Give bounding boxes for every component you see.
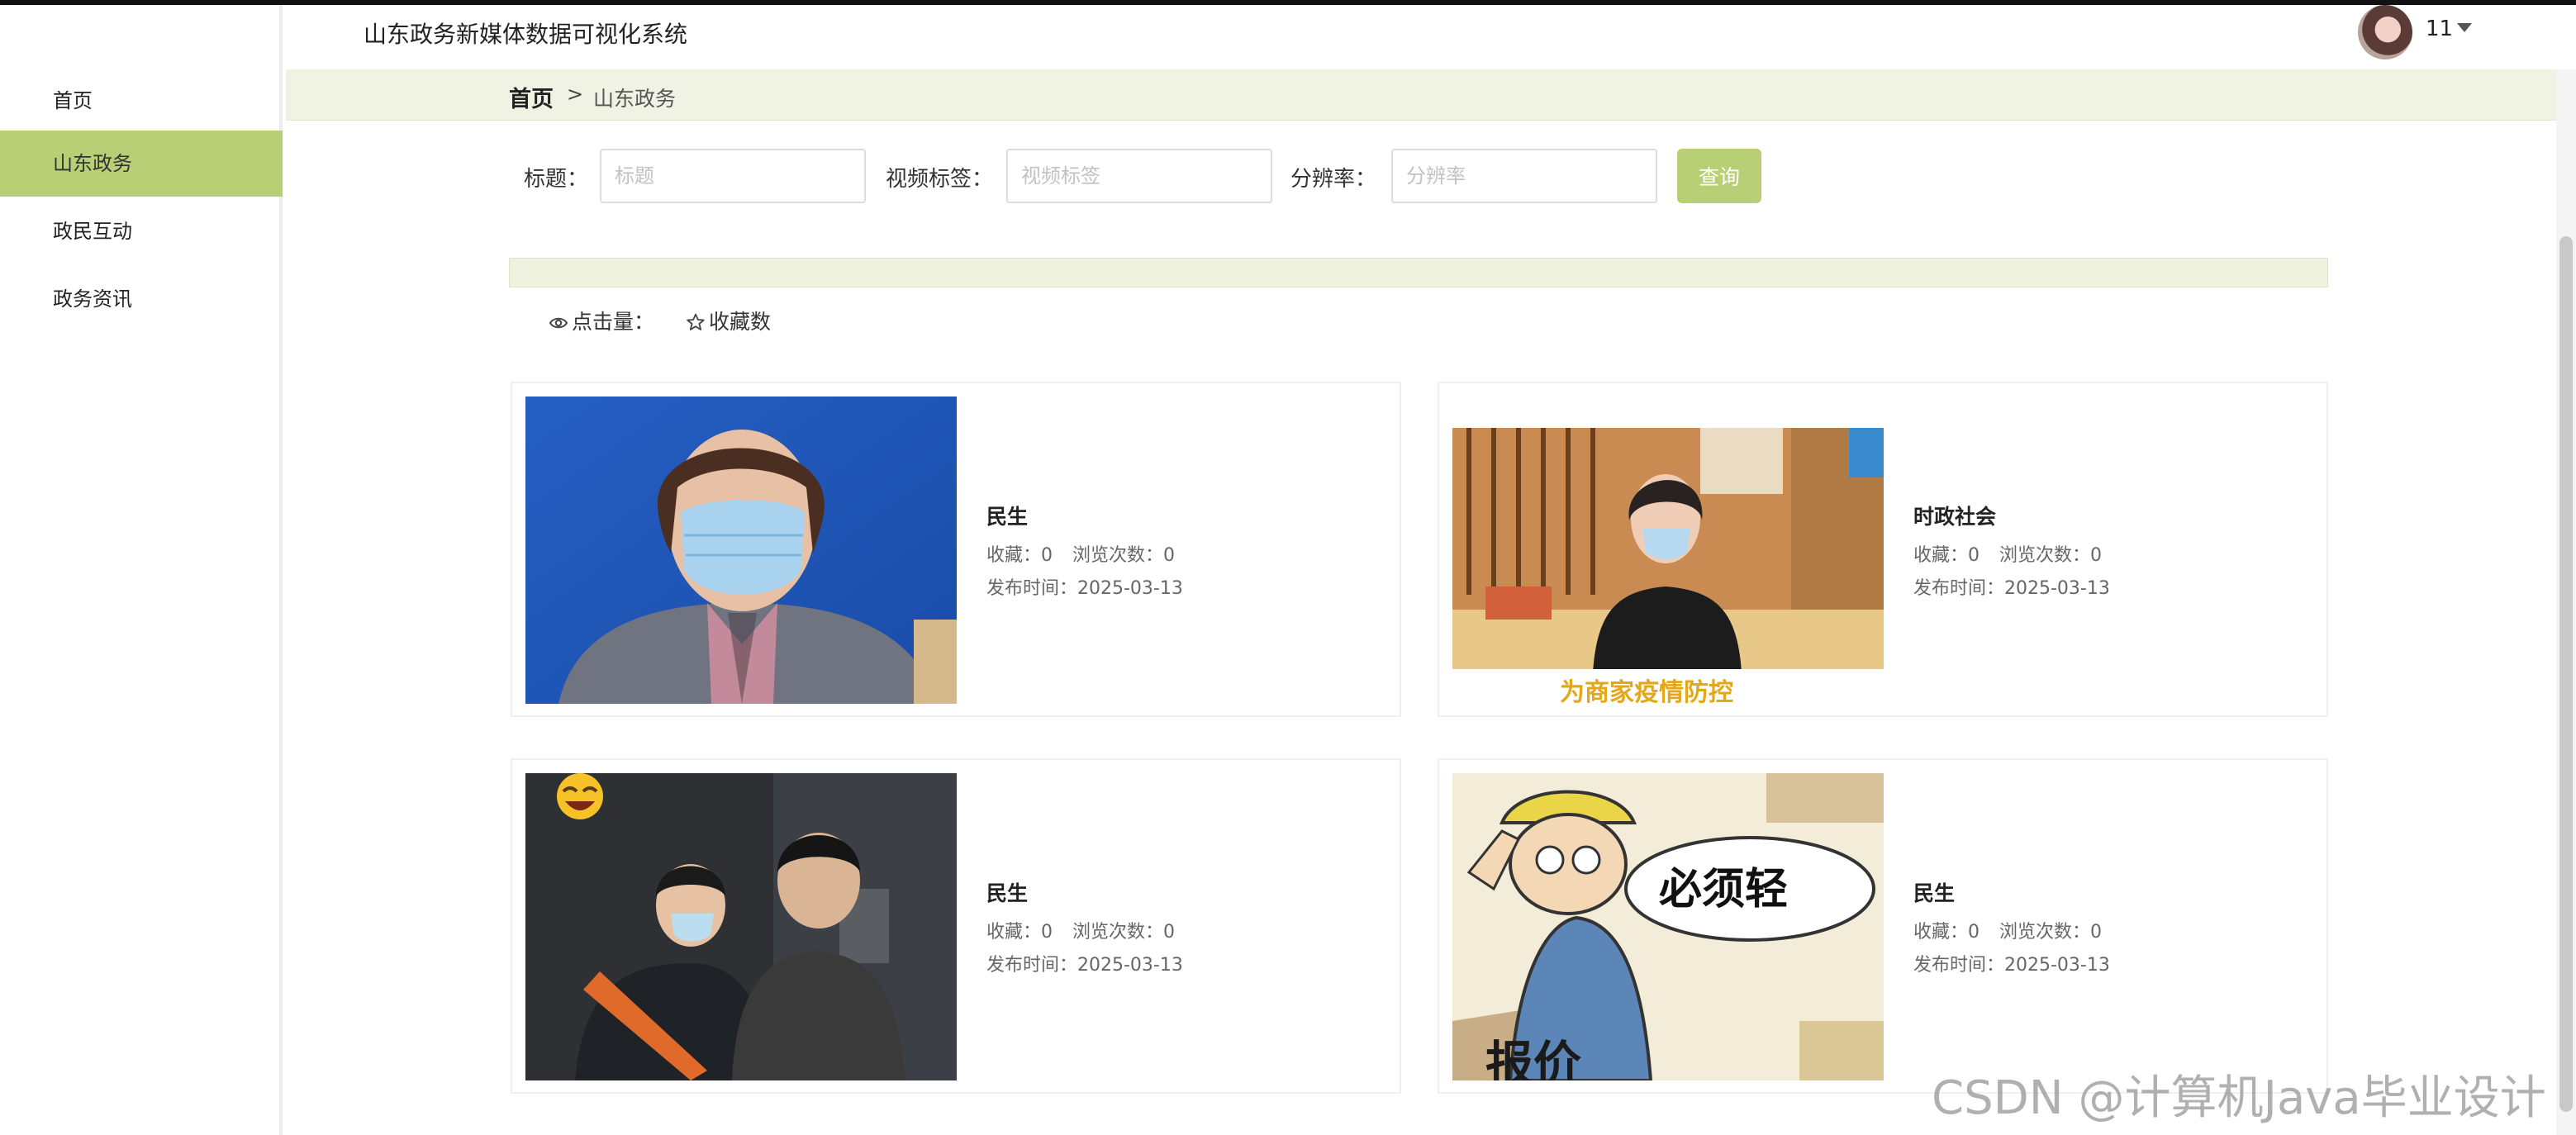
sidebar-item-shandong-affairs[interactable]: 山东政务 xyxy=(0,131,283,197)
card-favorites: 收藏：0 xyxy=(1913,545,1980,566)
avatar[interactable] xyxy=(2358,5,2412,59)
card-title: 民生 xyxy=(986,505,1029,529)
tag-search-input[interactable] xyxy=(1006,149,1272,203)
card-favorites: 收藏：0 xyxy=(986,545,1053,566)
video-card[interactable]: 必须轻 报价 民生 收藏：0 浏览次数：0 发布时间：2025-03-13 xyxy=(1438,758,2328,1094)
watermark: CSDN @计算机Java毕业设计 xyxy=(1932,1071,2546,1125)
video-thumbnail[interactable]: 为商家疫情防控 xyxy=(1452,397,1884,704)
tag-filter-label: 视频标签： xyxy=(886,167,994,192)
app-title: 山东政务新媒体数据可视化系统 xyxy=(364,21,688,48)
breadcrumb-current: 山东政务 xyxy=(593,87,677,111)
card-views: 浏览次数：0 xyxy=(1072,922,1175,943)
resolution-search-input[interactable] xyxy=(1391,149,1657,203)
video-card[interactable]: 民生 收藏：0 浏览次数：0 发布时间：2025-03-13 xyxy=(511,758,1401,1094)
breadcrumb: 首页 > 山东政务 xyxy=(286,69,2556,121)
card-stats: 收藏：0 浏览次数：0 xyxy=(1913,917,2122,943)
card-title: 时政社会 xyxy=(1913,505,1997,529)
video-thumbnail[interactable] xyxy=(525,397,957,704)
card-publish-date: 发布时间：2025-03-13 xyxy=(1913,955,2110,976)
sort-favorites-label: 收藏数 xyxy=(709,310,772,334)
eye-icon xyxy=(549,317,568,329)
card-stats: 收藏：0 浏览次数：0 xyxy=(986,540,1195,567)
category-filter-bar[interactable] xyxy=(509,258,2328,287)
video-thumbnail[interactable] xyxy=(525,773,957,1080)
breadcrumb-separator: > xyxy=(567,83,584,106)
page-scrollbar-thumb[interactable] xyxy=(2559,236,2573,1112)
card-stats: 收藏：0 浏览次数：0 xyxy=(1913,540,2122,567)
video-card[interactable]: 为商家疫情防控 时政社会 收藏：0 浏览次数：0 发布时间：2025-03-13 xyxy=(1438,382,2328,717)
thumbnail-bottom-text: 报价 xyxy=(1485,1036,1581,1080)
video-card[interactable]: 民生 收藏：0 浏览次数：0 发布时间：2025-03-13 xyxy=(511,382,1401,717)
title-search-input[interactable] xyxy=(600,149,866,203)
title-filter-label: 标题： xyxy=(524,167,589,192)
card-views: 浏览次数：0 xyxy=(1999,545,2102,566)
sidebar: 首页 山东政务 政民互动 政务资讯 xyxy=(0,5,283,1135)
card-favorites: 收藏：0 xyxy=(1913,922,1980,943)
video-thumbnail[interactable]: 必须轻 报价 xyxy=(1452,773,1884,1080)
chevron-down-icon[interactable] xyxy=(2457,23,2472,32)
sidebar-item-government-news[interactable]: 政务资讯 xyxy=(0,266,283,332)
search-button[interactable]: 查询 xyxy=(1677,149,1761,203)
card-title: 民生 xyxy=(986,881,1029,905)
sidebar-item-home[interactable]: 首页 xyxy=(0,68,283,134)
sort-by-favorites[interactable]: 收藏数 xyxy=(686,306,771,335)
thumbnail-speech-bubble: 必须轻 xyxy=(1659,865,1788,914)
breadcrumb-home-link[interactable]: 首页 xyxy=(509,81,554,113)
star-icon xyxy=(687,313,705,330)
card-publish-date: 发布时间：2025-03-13 xyxy=(986,578,1183,599)
card-views: 浏览次数：0 xyxy=(1072,545,1175,566)
thumbnail-caption: 为商家疫情防控 xyxy=(1560,678,1733,704)
card-publish-date: 发布时间：2025-03-13 xyxy=(1913,578,2110,599)
sort-clicks-label: 点击量： xyxy=(572,310,655,334)
card-publish-date: 发布时间：2025-03-13 xyxy=(986,955,1183,976)
sort-by-clicks[interactable]: 点击量： xyxy=(549,306,654,335)
username[interactable]: 11 xyxy=(2426,17,2453,41)
resolution-filter-label: 分辨率： xyxy=(1290,167,1377,192)
top-header: 山东政务新媒体数据可视化系统 11 xyxy=(286,5,2576,69)
card-title: 民生 xyxy=(1913,881,1956,905)
sidebar-item-citizen-interaction[interactable]: 政民互动 xyxy=(0,198,283,264)
card-views: 浏览次数：0 xyxy=(1999,922,2102,943)
card-favorites: 收藏：0 xyxy=(986,922,1053,943)
emoji-sticker xyxy=(557,773,603,819)
card-stats: 收藏：0 浏览次数：0 xyxy=(986,917,1195,943)
